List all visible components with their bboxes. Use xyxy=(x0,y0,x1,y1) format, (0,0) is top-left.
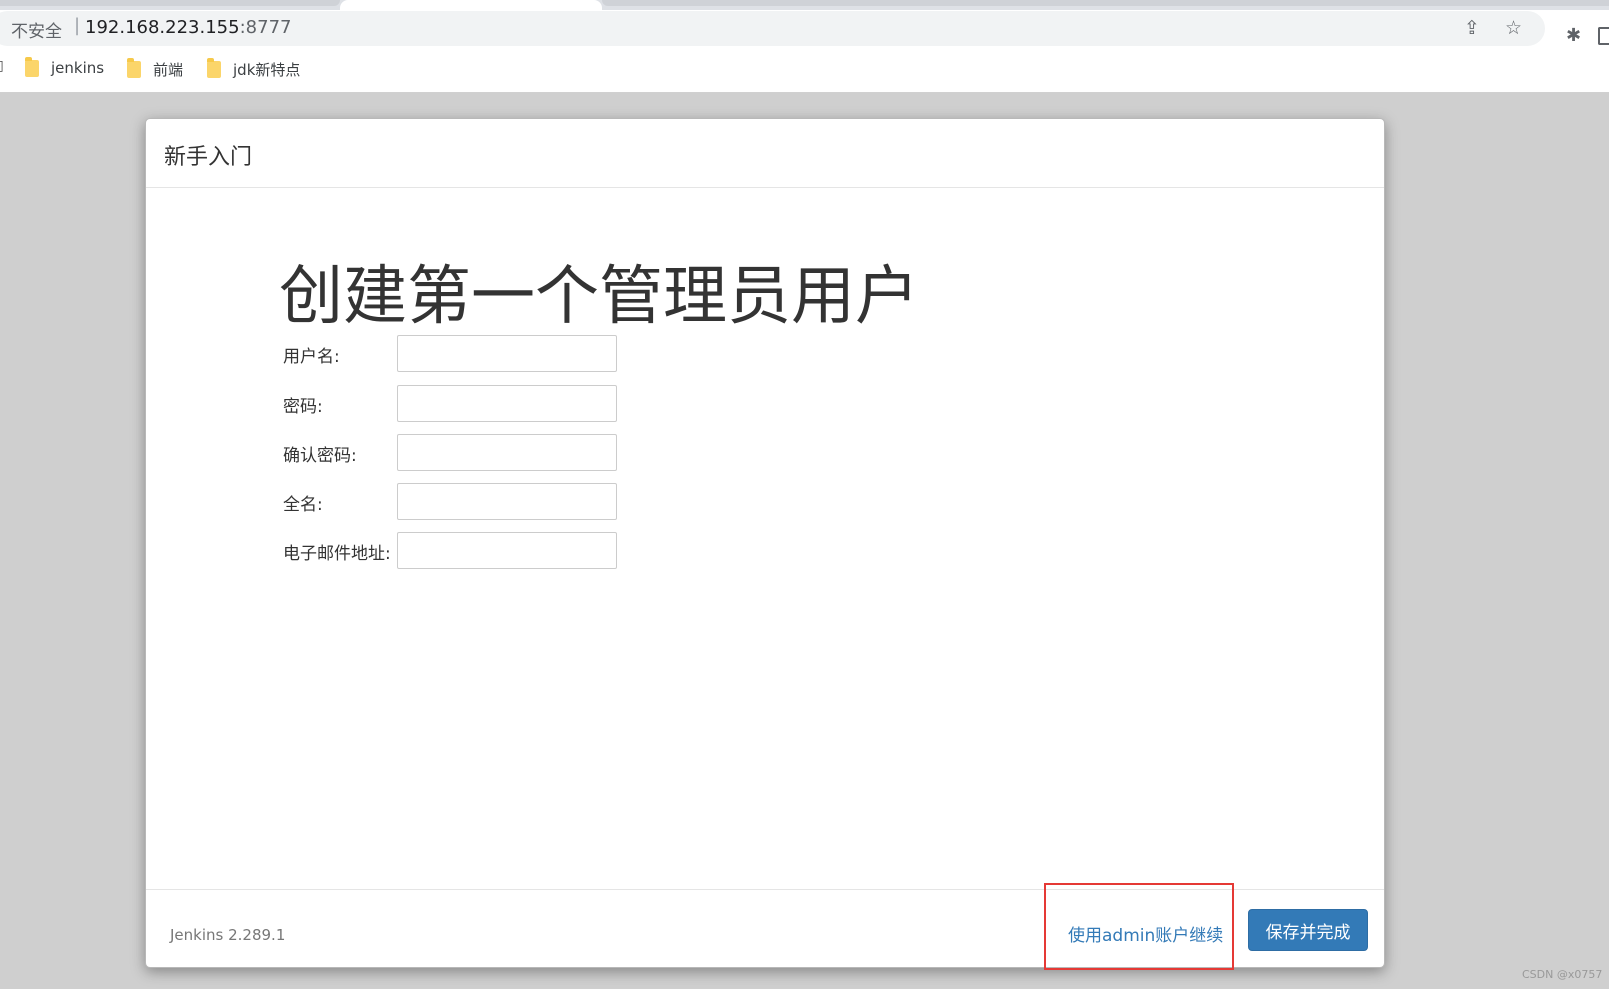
tab-right[interactable] xyxy=(602,0,1609,6)
bookmarks-bar: ▯ jenkins 前端 jdk新特点 xyxy=(0,48,1609,93)
side-panel-icon[interactable] xyxy=(1598,27,1609,45)
email-label: 电子邮件地址: xyxy=(283,544,391,564)
password-input[interactable] xyxy=(397,385,617,422)
watermark: CSDN @x0757 xyxy=(1522,968,1603,981)
extensions-puzzle-icon[interactable]: ✱ xyxy=(1566,25,1581,46)
tab-active[interactable] xyxy=(340,0,602,10)
form-row-username: 用户名: xyxy=(283,335,643,373)
tab-left[interactable] xyxy=(0,0,340,6)
password-label: 密码: xyxy=(283,397,323,417)
continue-as-admin-link[interactable]: 使用admin账户继续 xyxy=(1068,921,1223,946)
address-bar[interactable]: ⚠ 不安全 | 192.168.223.155:8777 ⇪ ☆ xyxy=(0,11,1545,46)
version-label: Jenkins 2.289.1 xyxy=(170,926,286,944)
page-heading: 创建第一个管理员用户 xyxy=(279,260,919,334)
security-label[interactable]: 不安全 xyxy=(11,17,62,42)
bookmark-jenkins[interactable]: jenkins xyxy=(25,56,105,77)
form-row-email: 电子邮件地址: xyxy=(283,532,643,570)
form-row-password: 密码: xyxy=(283,385,643,423)
save-and-finish-button[interactable]: 保存并完成 xyxy=(1248,909,1368,951)
confirm-password-label: 确认密码: xyxy=(283,446,357,466)
username-label: 用户名: xyxy=(283,347,340,367)
bookmark-jdk[interactable]: jdk新特点 xyxy=(207,58,301,80)
bookmark-star-icon[interactable]: ☆ xyxy=(1505,17,1522,39)
username-input[interactable] xyxy=(397,335,617,372)
url-port: :8777 xyxy=(239,17,292,38)
address-separator: | xyxy=(74,15,81,36)
form-row-confirm-password: 确认密码: xyxy=(283,434,643,472)
folder-icon xyxy=(207,58,221,78)
email-input[interactable] xyxy=(397,532,617,569)
bookmark-label: 前端 xyxy=(153,61,184,79)
bookmark-edge-icon[interactable]: ▯ xyxy=(0,58,4,74)
browser-toolbar: ⚠ 不安全 | 192.168.223.155:8777 ⇪ ☆ ✱ xyxy=(0,10,1609,48)
form-row-fullname: 全名: xyxy=(283,483,643,521)
dialog-title: 新手入门 xyxy=(164,145,253,170)
bookmark-frontend[interactable]: 前端 xyxy=(127,58,184,80)
setup-wizard-dialog: 新手入门 创建第一个管理员用户 用户名: 密码: 确认密码: 全名: 电子邮件地… xyxy=(145,118,1385,970)
folder-icon xyxy=(127,58,141,78)
url-host: 192.168.223.155 xyxy=(85,17,240,38)
tab-strip xyxy=(0,0,1609,10)
folder-icon xyxy=(25,56,39,77)
url-text[interactable]: 192.168.223.155:8777 xyxy=(85,17,291,38)
bookmark-label: jdk新特点 xyxy=(233,61,301,79)
fullname-label: 全名: xyxy=(283,495,323,515)
confirm-password-input[interactable] xyxy=(397,434,617,471)
bookmark-label: jenkins xyxy=(51,59,105,77)
dialog-footer: Jenkins 2.289.1 使用admin账户继续 保存并完成 xyxy=(146,883,1384,970)
fullname-input[interactable] xyxy=(397,483,617,520)
dialog-header: 新手入门 xyxy=(146,119,1384,188)
share-icon[interactable]: ⇪ xyxy=(1464,17,1480,39)
